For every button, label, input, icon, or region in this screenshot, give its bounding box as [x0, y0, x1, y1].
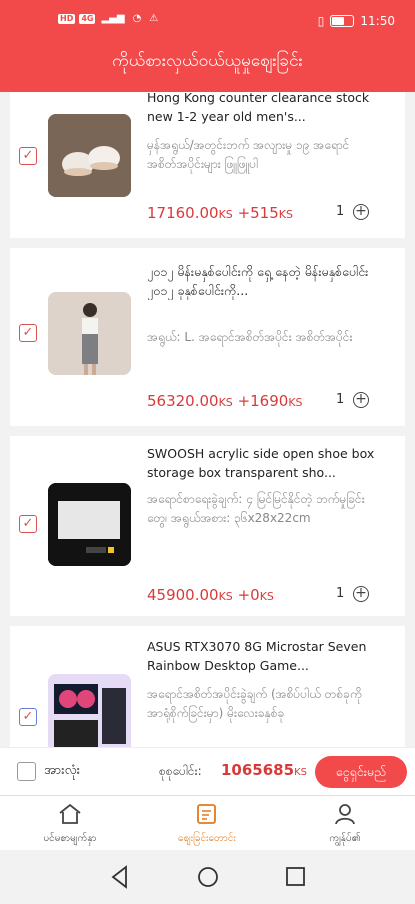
graphics-card-image	[48, 674, 131, 747]
app-header: HD 4G ▂▄▆ ◔ ⚠ ▯ 11:50 ကိုယ်စားလှယ်ဝယ်ယူမ…	[0, 0, 415, 92]
price-value: 45900.00	[147, 586, 219, 604]
item-checkbox[interactable]: ✓	[19, 515, 37, 533]
status-bar: HD 4G ▂▄▆ ◔ ⚠ ▯ 11:50	[0, 14, 415, 36]
total-value: 1065685	[221, 761, 295, 779]
clock: 11:50	[360, 14, 395, 28]
product-image[interactable]	[48, 483, 131, 566]
product-title[interactable]: ၂၀၁၂ မိန်းမနှစ်ပေါင်းကို ရှေ့ နေတဲ့ မိန်…	[147, 262, 377, 300]
item-checkbox[interactable]: ✓	[19, 324, 37, 342]
total-label: စုစုပေါင်း:	[159, 764, 202, 778]
select-all-checkbox[interactable]	[17, 762, 36, 781]
product-price: 56320.00KS +1690KS	[147, 392, 303, 410]
product-title[interactable]: SWOOSH acrylic side open shoe box storag…	[147, 444, 377, 482]
select-all-label[interactable]: အားလုံး	[44, 762, 80, 781]
product-title[interactable]: Hong Kong counter clearance stock new 1-…	[147, 92, 377, 126]
price-unit: KS	[218, 590, 233, 603]
status-icons-left: HD 4G ▂▄▆ ◔ ⚠	[58, 14, 160, 24]
product-image[interactable]	[48, 674, 131, 747]
price-unit: KS	[218, 396, 233, 409]
battery-icon	[330, 15, 355, 27]
item-checkbox[interactable]: ✓	[19, 708, 37, 726]
back-icon[interactable]	[111, 865, 127, 889]
item-checkbox[interactable]: ✓	[19, 147, 37, 165]
tab-label: ကျွန်ုပ်၏	[329, 833, 361, 844]
shipping-unit: KS	[288, 396, 303, 409]
shoe-box-image	[48, 483, 131, 566]
product-spec: အရောင်အစိတ်အပိုင်းခွဲချက် (အစိပ်ပါယ် တစ်…	[147, 687, 362, 720]
product-price: 17160.00KS +515KS	[147, 204, 293, 222]
cart-list[interactable]: ✓ Hong Kong counter clearance stock new …	[0, 92, 415, 747]
vibrate-icon: ▯	[317, 14, 325, 28]
quantity-value: 1	[336, 392, 345, 407]
user-icon	[335, 804, 355, 825]
product-spec: အရောင်စာရေးခွဲချက်: ၄ မြင်မြင်နိုင်တဲ့ ဘ…	[147, 492, 365, 525]
shipping-unit: KS	[278, 208, 293, 221]
tab-bar: ပင်မစာမျက်နှာ စျေးခြင်းတောင်း ကျွန်ုပ်၏	[0, 795, 415, 851]
system-nav-bar	[0, 850, 415, 900]
total-amount: 1065685KS	[221, 761, 307, 779]
quantity-value: 1	[336, 586, 345, 601]
increase-quantity-button[interactable]: +	[353, 204, 369, 220]
page-title: ကိုယ်စားလှယ်ဝယ်ယူမှုစျေးခြင်း	[112, 51, 303, 71]
checkout-bar: အားလုံး စုစုပေါင်း: 1065685KS ငွေရှင်းမည…	[0, 747, 415, 796]
tab-profile[interactable]: ကျွန်ုပ်၏	[290, 802, 400, 846]
wifi-icon: ◔	[132, 13, 142, 24]
product-price: 45900.00KS +0KS	[147, 586, 274, 604]
price-value: 56320.00	[147, 392, 219, 410]
price-value: 17160.00	[147, 204, 219, 222]
warning-icon: ⚠	[149, 13, 159, 24]
increase-quantity-button[interactable]: +	[353, 392, 369, 408]
product-image[interactable]	[48, 292, 131, 375]
sneakers-image	[48, 114, 131, 197]
product-spec: မှန်အရွယ်/အတွင်းဘက် အလျားမှု ၁၉ အရောင် အ…	[147, 138, 350, 171]
total-unit: KS	[294, 767, 307, 778]
increase-quantity-button[interactable]: +	[353, 586, 369, 602]
product-image[interactable]	[48, 114, 131, 197]
shipping-value: +0	[237, 586, 260, 604]
shipping-value: +515	[237, 204, 279, 222]
tab-label: စျေးခြင်းတောင်း	[178, 833, 236, 844]
recents-icon[interactable]	[286, 867, 305, 886]
tab-label: ပင်မစာမျက်နှာ	[43, 833, 97, 844]
status-icons-right: ▯ 11:50	[318, 14, 395, 28]
shipping-unit: KS	[259, 590, 274, 603]
cart-list-icon	[197, 804, 216, 824]
product-title[interactable]: ASUS RTX3070 8G Microstar Seven Rainbow …	[147, 637, 377, 675]
product-spec: အရွယ်: L. အရောင်အစိတ်အပိုင်း အစိတ်အပိုင်…	[147, 330, 353, 344]
hd-badge: HD	[58, 14, 76, 24]
signal-icon: ▂▄▆	[101, 13, 125, 24]
home-icon	[59, 803, 81, 824]
network-badge: 4G	[79, 14, 96, 24]
tab-home[interactable]: ပင်မစာမျက်နှာ	[15, 802, 125, 846]
shipping-value: +1690	[237, 392, 289, 410]
quantity-value: 1	[336, 204, 345, 219]
system-nav-icons	[111, 865, 305, 889]
home-nav-icon[interactable]	[198, 867, 218, 887]
checkout-button[interactable]: ငွေရှင်းမည်	[315, 756, 407, 788]
tab-cart[interactable]: စျေးခြင်းတောင်း	[152, 802, 262, 846]
woman-dress-image	[48, 292, 131, 375]
price-unit: KS	[218, 208, 233, 221]
